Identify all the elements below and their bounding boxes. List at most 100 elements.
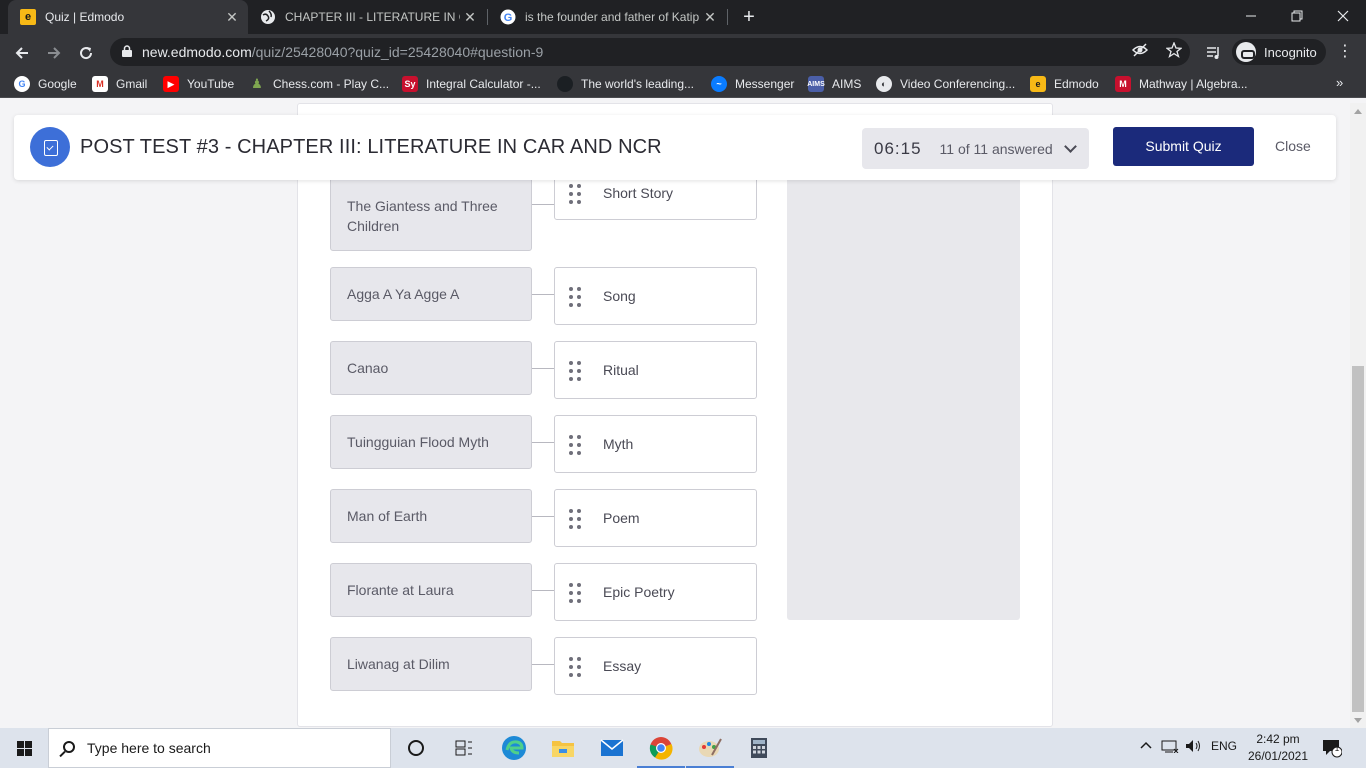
- file-explorer-icon[interactable]: [539, 728, 587, 768]
- media-control-icon[interactable]: [1202, 40, 1226, 64]
- tab-close-icon[interactable]: ✕: [222, 9, 242, 26]
- bookmark-star-icon[interactable]: [1164, 41, 1184, 62]
- match-prompt-item: Liwanag at Dilim: [330, 637, 532, 691]
- bookmark-messenger[interactable]: ~ Messenger: [711, 75, 794, 93]
- quiz-icon: [30, 127, 70, 167]
- submit-quiz-button[interactable]: Submit Quiz: [1113, 127, 1254, 166]
- draggable-answer-card[interactable]: Ritual: [554, 341, 757, 399]
- system-clock[interactable]: 2:42 pm 26/01/2021: [1244, 731, 1312, 765]
- match-prompt-item: Florante at Laura: [330, 563, 532, 617]
- draggable-answer-card[interactable]: Song: [554, 267, 757, 325]
- close-button[interactable]: Close: [1275, 138, 1311, 154]
- taskbar-search-input[interactable]: Type here to search: [48, 728, 391, 768]
- mail-icon[interactable]: [588, 728, 636, 768]
- bookmark-video-conferencing[interactable]: ◐ Video Conferencing...: [876, 75, 1015, 93]
- edmodo-icon: e: [1030, 76, 1046, 92]
- back-button[interactable]: [10, 40, 34, 64]
- match-connector-line: [532, 664, 554, 665]
- tab-chapter-iii[interactable]: CHAPTER III - LITERATURE IN CAR ✕: [248, 0, 486, 34]
- eye-off-icon[interactable]: [1130, 42, 1150, 62]
- browser-menu-icon[interactable]: ⋮: [1336, 42, 1354, 62]
- bookmark-github[interactable]: The world's leading...: [557, 75, 694, 93]
- drag-handle-icon[interactable]: [555, 638, 603, 694]
- bookmark-mathway[interactable]: M Mathway | Algebra...: [1115, 75, 1248, 93]
- draggable-answer-card[interactable]: Myth: [554, 415, 757, 473]
- scroll-down-arrow-icon[interactable]: [1354, 718, 1362, 723]
- bookmark-gmail[interactable]: M Gmail: [92, 75, 147, 93]
- tab-close-icon[interactable]: ✕: [700, 9, 720, 26]
- bookmark-chess[interactable]: ♟ Chess.com - Play C...: [249, 75, 389, 93]
- lock-icon: [122, 45, 132, 57]
- clock-date: 26/01/2021: [1247, 749, 1309, 763]
- paint-icon[interactable]: [686, 728, 734, 768]
- globe-favicon-icon: [260, 9, 276, 25]
- url-path: /quiz/25428040?quiz_id=25428040#question…: [251, 44, 544, 60]
- drag-handle-icon[interactable]: [555, 564, 603, 620]
- globe-icon: ◐: [876, 76, 892, 92]
- draggable-answer-card[interactable]: Epic Poetry: [554, 563, 757, 621]
- drag-handle-icon[interactable]: [555, 416, 603, 472]
- quiz-page: The Giantess and Three Children Short Sto…: [0, 103, 1350, 728]
- bookmarks-overflow-button[interactable]: »: [1336, 75, 1343, 90]
- incognito-indicator[interactable]: Incognito: [1232, 39, 1326, 65]
- answer-label: Essay: [603, 658, 642, 674]
- restore-button[interactable]: [1274, 0, 1320, 30]
- tab-separator: [727, 9, 728, 25]
- bookmarks-bar: G Google M Gmail ▶ YouTube ♟ Chess.com -…: [0, 70, 1366, 98]
- answer-label: Short Story: [603, 185, 674, 201]
- bookmark-integral-calculator[interactable]: Sy Integral Calculator -...: [402, 75, 541, 93]
- close-window-button[interactable]: [1320, 0, 1366, 30]
- page-scrollbar[interactable]: [1350, 103, 1366, 728]
- github-icon: [557, 76, 573, 92]
- volume-icon[interactable]: [1185, 739, 1203, 756]
- show-hidden-icons-chevron-icon[interactable]: [1140, 739, 1152, 753]
- language-indicator[interactable]: ENG: [1211, 739, 1237, 753]
- action-center-notification-icon[interactable]: 1: [1322, 738, 1343, 758]
- draggable-answer-card[interactable]: Essay: [554, 637, 757, 695]
- search-icon: [63, 741, 75, 753]
- address-bar[interactable]: new.edmodo.com/quiz/25428040?quiz_id=254…: [110, 38, 1190, 66]
- reload-button[interactable]: [74, 40, 98, 64]
- search-placeholder: Type here to search: [87, 740, 211, 756]
- answer-bank-dropzone[interactable]: [787, 163, 1020, 620]
- tab-title: Quiz | Edmodo: [45, 10, 125, 24]
- browser-toolbar: new.edmodo.com/quiz/25428040?quiz_id=254…: [0, 34, 1366, 70]
- match-connector-line: [532, 368, 554, 369]
- scroll-thumb[interactable]: [1352, 366, 1364, 712]
- bookmark-edmodo[interactable]: e Edmodo: [1030, 75, 1099, 93]
- cortana-button[interactable]: [392, 728, 440, 768]
- incognito-label: Incognito: [1264, 44, 1317, 60]
- forward-button[interactable]: [42, 40, 66, 64]
- chrome-icon[interactable]: [637, 728, 685, 768]
- task-view-button[interactable]: [440, 728, 488, 768]
- network-icon[interactable]: [1161, 739, 1179, 756]
- match-connector-line: [532, 204, 554, 205]
- match-prompt-item: Tuingguian Flood Myth: [330, 415, 532, 469]
- windows-start-button[interactable]: [0, 728, 48, 768]
- tab-close-icon[interactable]: ✕: [460, 9, 480, 26]
- minimize-button[interactable]: [1228, 0, 1274, 30]
- draggable-answer-card[interactable]: Poem: [554, 489, 757, 547]
- new-tab-button[interactable]: +: [738, 5, 760, 29]
- drag-handle-icon[interactable]: [555, 490, 603, 546]
- chess-pawn-icon: ♟: [251, 76, 263, 91]
- answer-label: Poem: [603, 510, 640, 526]
- bookmark-youtube[interactable]: ▶ YouTube: [163, 75, 234, 93]
- drag-handle-icon[interactable]: [555, 268, 603, 324]
- match-connector-line: [532, 516, 554, 517]
- browser-tab-strip: e Quiz | Edmodo ✕ CHAPTER III - LITERATU…: [0, 0, 1366, 34]
- tab-google-search[interactable]: G is the founder and father of Katip ✕: [488, 0, 726, 34]
- drag-handle-icon[interactable]: [555, 342, 603, 398]
- scroll-up-arrow-icon[interactable]: [1354, 109, 1362, 114]
- edge-browser-icon[interactable]: [490, 728, 538, 768]
- progress-dropdown[interactable]: 06:15 11 of 11 answered: [862, 128, 1089, 169]
- youtube-icon: ▶: [163, 76, 179, 92]
- calculator-icon[interactable]: [735, 728, 783, 768]
- match-connector-line: [532, 590, 554, 591]
- bookmark-google[interactable]: G Google: [14, 75, 77, 93]
- bookmark-aims[interactable]: AIMS AIMS: [807, 75, 861, 93]
- tab-quiz-edmodo[interactable]: e Quiz | Edmodo ✕: [8, 0, 248, 34]
- chevron-down-icon: [1064, 140, 1077, 153]
- match-connector-line: [532, 294, 554, 295]
- bookmark-label: Google: [38, 77, 77, 91]
